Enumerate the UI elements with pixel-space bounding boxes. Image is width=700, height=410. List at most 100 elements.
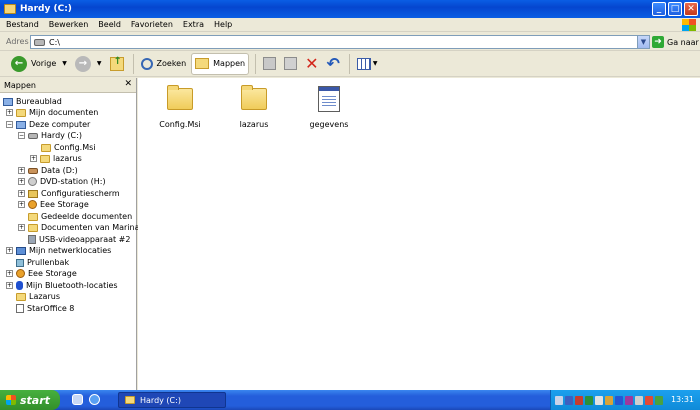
tree-item-label: Hardy (C:)	[41, 131, 82, 140]
toolbar: ← Vorige ▼ → ▼ ↑ Zoeken Mappen ✕ ↶ ▼	[0, 51, 700, 77]
expand-icon[interactable]: +	[6, 282, 13, 289]
collapse-icon[interactable]: −	[18, 132, 25, 139]
file-item-lazarus[interactable]: lazarus	[224, 85, 284, 129]
undo-button[interactable]: ↶	[324, 53, 343, 75]
address-input[interactable]: C:\ ▼	[30, 35, 650, 49]
tray-icon[interactable]	[615, 395, 623, 405]
forward-arrow-icon: →	[74, 55, 91, 72]
go-arrow-icon: ➜	[652, 36, 664, 48]
tree-item-lazarus-root[interactable]: Lazarus	[16, 291, 60, 302]
tree-item-label: Eee Storage	[28, 269, 77, 278]
tree-item-usb-videoapparaat[interactable]: USB-videoapparaat #2	[28, 234, 130, 245]
tray-icon[interactable]	[625, 395, 633, 405]
tray-icon[interactable]	[655, 395, 663, 405]
tray-icon[interactable]	[645, 395, 653, 405]
back-label: Vorige	[31, 59, 57, 68]
menu-help[interactable]: Help	[214, 20, 232, 29]
chevron-down-icon[interactable]: ▼	[62, 60, 67, 67]
folders-icon	[195, 58, 210, 69]
tray-icon[interactable]	[585, 395, 593, 405]
menu-bewerken[interactable]: Bewerken	[49, 20, 89, 29]
go-label: Ga naar	[667, 37, 699, 47]
tree-item-configuratiescherm[interactable]: + Configuratiescherm	[18, 188, 120, 199]
explorer-window: Hardy (C:) _ □ ✕ Bestand Bewerken Beeld …	[0, 0, 700, 390]
copy-to-button[interactable]	[281, 53, 300, 75]
tree-item-prullenbak[interactable]: Prullenbak	[16, 257, 69, 268]
delete-button[interactable]: ✕	[302, 53, 321, 75]
tree-item-mijn-netwerklocaties[interactable]: + Mijn netwerklocaties	[6, 245, 111, 256]
quick-launch	[72, 394, 100, 405]
tree-item-eee-storage[interactable]: + Eee Storage	[18, 199, 89, 210]
up-button[interactable]: ↑	[107, 53, 127, 75]
start-button[interactable]: start	[0, 390, 60, 410]
close-icon[interactable]: ✕	[124, 79, 132, 89]
tree-item-dvd-station[interactable]: + DVD-station (H:)	[18, 176, 106, 187]
tree-item-bureaublad[interactable]: Bureaublad	[3, 96, 62, 107]
tray-icon[interactable]	[555, 395, 563, 405]
folders-button[interactable]: Mappen	[191, 52, 250, 75]
internet-explorer-icon[interactable]	[89, 394, 100, 405]
file-item-gegevens[interactable]: gegevens	[299, 86, 359, 129]
folders-label: Mappen	[213, 59, 246, 68]
close-button[interactable]: ✕	[684, 2, 698, 16]
tree-item-documenten-van-marina[interactable]: + Documenten van Marina	[18, 222, 140, 233]
maximize-button[interactable]: □	[668, 2, 682, 16]
tree-item-label: DVD-station (H:)	[40, 177, 106, 186]
file-item-config-msi[interactable]: Config.Msi	[150, 85, 210, 129]
tree-item-eee-storage-2[interactable]: + Eee Storage	[6, 268, 77, 279]
windows-logo-icon	[682, 19, 696, 31]
tree-item-deze-computer[interactable]: − Deze computer	[6, 119, 90, 130]
expand-icon[interactable]: +	[6, 270, 13, 277]
folder-icon	[4, 4, 16, 14]
tree-item-gedeelde-documenten[interactable]: Gedeelde documenten	[28, 211, 132, 222]
back-button[interactable]: ← Vorige ▼	[8, 53, 70, 75]
tree-item-data-d[interactable]: + Data (D:)	[18, 165, 78, 176]
forward-button[interactable]: → ▼	[72, 53, 105, 75]
taskbar-window-button[interactable]: Hardy (C:)	[118, 392, 226, 408]
tree-item-config-msi[interactable]: Config.Msi	[41, 142, 96, 153]
tray-icon[interactable]	[635, 395, 643, 405]
tree-item-hardy-c[interactable]: − Hardy (C:)	[18, 130, 82, 141]
address-dropdown-icon[interactable]: ▼	[637, 36, 649, 48]
tray-icon[interactable]	[605, 395, 613, 405]
desktop-shortcut-icon[interactable]	[72, 394, 83, 405]
tree-item-lazarus[interactable]: + lazarus	[30, 153, 82, 164]
tree-item-label: Mijn netwerklocaties	[29, 246, 112, 255]
tray-icon[interactable]	[575, 395, 583, 405]
tree-item-label: Mijn Bluetooth-locaties	[26, 281, 118, 290]
taskbar-window-label: Hardy (C:)	[140, 395, 181, 405]
tree-item-bluetooth-locaties[interactable]: + Mijn Bluetooth-locaties	[6, 280, 118, 291]
dvd-icon	[28, 177, 37, 186]
tray-icon[interactable]	[595, 395, 603, 405]
folder-icon	[40, 154, 50, 163]
go-button[interactable]: ➜ Ga naar	[652, 36, 699, 48]
menu-bestand[interactable]: Bestand	[6, 20, 39, 29]
drive-icon	[34, 38, 45, 46]
menu-favorieten[interactable]: Favorieten	[131, 20, 173, 29]
tree-item-staroffice[interactable]: StarOffice 8	[16, 303, 74, 314]
search-button[interactable]: Zoeken	[138, 53, 190, 75]
expand-icon[interactable]: +	[18, 201, 25, 208]
collapse-icon[interactable]: −	[6, 121, 13, 128]
expand-icon[interactable]: +	[18, 224, 25, 231]
expand-icon[interactable]: +	[6, 109, 13, 116]
expand-icon[interactable]: +	[18, 167, 25, 174]
folder-icon	[41, 143, 51, 152]
expand-icon[interactable]: +	[18, 178, 25, 185]
chevron-down-icon[interactable]: ▼	[373, 60, 378, 67]
views-button[interactable]: ▼	[354, 53, 381, 75]
tray-icon[interactable]	[565, 395, 573, 405]
camera-icon	[28, 235, 36, 244]
chevron-down-icon[interactable]: ▼	[97, 60, 102, 67]
folder-icon	[241, 85, 267, 110]
tree-item-mijn-documenten[interactable]: + Mijn documenten	[6, 107, 98, 118]
menu-beeld[interactable]: Beeld	[98, 20, 121, 29]
title-bar[interactable]: Hardy (C:) _ □ ✕	[0, 0, 700, 18]
minimize-button[interactable]: _	[652, 2, 666, 16]
expand-icon[interactable]: +	[18, 190, 25, 197]
menu-extra[interactable]: Extra	[183, 20, 204, 29]
expand-icon[interactable]: +	[30, 155, 37, 162]
bluetooth-icon	[16, 281, 23, 290]
expand-icon[interactable]: +	[6, 247, 13, 254]
move-to-button[interactable]	[260, 53, 279, 75]
